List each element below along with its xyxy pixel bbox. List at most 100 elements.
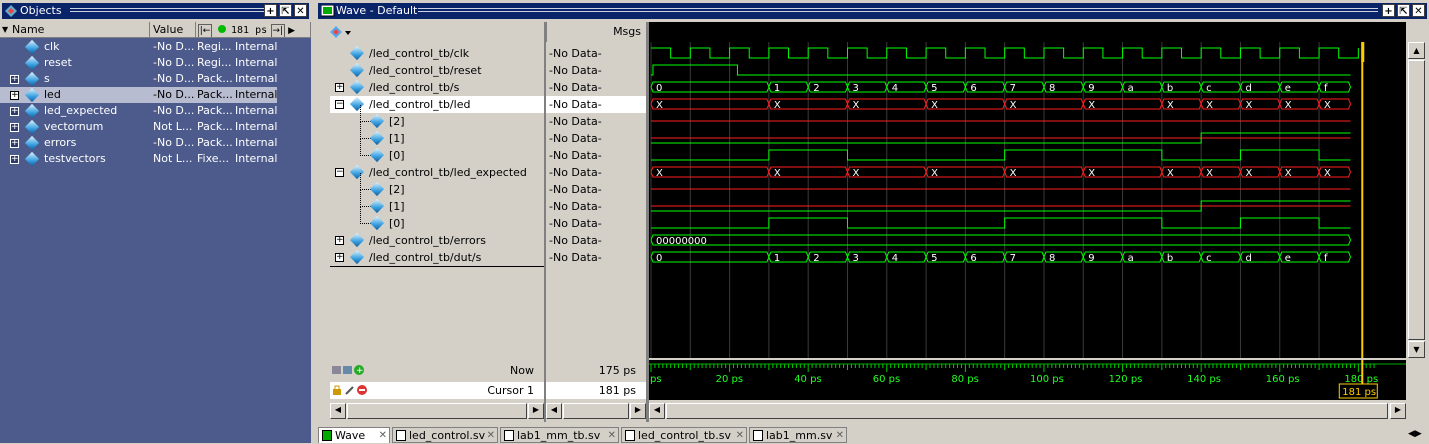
signal-icon — [24, 87, 40, 103]
wave-signal-row[interactable]: /led_control_tb/clk — [330, 45, 544, 62]
wave-menu-icon[interactable] — [330, 26, 352, 41]
wave-signal-row[interactable]: + /led_control_tb/dut/s — [330, 249, 544, 266]
collapse-icon[interactable]: − — [335, 168, 344, 177]
tab-led_control-sv[interactable]: led_control.sv ✕ — [392, 427, 498, 443]
tab-lab1_mm-sv[interactable]: lab1_mm.sv ✕ — [749, 427, 847, 443]
waveform-area[interactable]: 0123456789abcdef0123456789abcdefXXXXXXXX… — [649, 42, 1406, 358]
expand-icon[interactable]: + — [10, 75, 19, 84]
tab-wave[interactable]: Wave ✕ — [318, 427, 390, 443]
objects-title-grip[interactable] — [70, 8, 270, 14]
s-bus-value: 9 — [1088, 83, 1094, 94]
object-value: -No D... — [153, 88, 195, 101]
tab-scroll-icon[interactable]: ◀▶ — [1408, 429, 1422, 439]
object-row-testvectors[interactable]: + testvectors Not L... Fixe... Internal — [0, 151, 277, 167]
wave-signal-row[interactable]: [0] — [330, 139, 544, 164]
expand-icon[interactable]: + — [335, 83, 344, 92]
s-bus-value: a — [1128, 83, 1134, 94]
scroll-left-icon[interactable]: ◀ — [330, 403, 346, 419]
wave-signal-row[interactable]: + /led_control_tb/errors — [330, 232, 544, 249]
scroll-right-icon[interactable]: ▶ — [528, 403, 544, 419]
dock-icon[interactable]: + — [1382, 4, 1395, 17]
dock-icon[interactable]: + — [264, 4, 277, 17]
names-hscrollbar[interactable]: ◀ ▶ — [330, 403, 544, 419]
wave-title-grip[interactable] — [418, 8, 1378, 14]
undock-icon[interactable]: ⇱ — [279, 4, 292, 17]
wave-signal-name: [1] — [389, 132, 405, 145]
column-divider[interactable] — [544, 22, 546, 422]
errors-bus-value: 00000000 — [656, 236, 707, 247]
jump-end-icon[interactable]: →| — [270, 24, 285, 37]
scroll-right-icon[interactable]: ▶ — [630, 403, 646, 419]
waveform-canvas[interactable]: 0 1 2 3 4 5 6 7 8 9 a b c d e f0 1 2 3 4 5 6 7 8 9 a b c d e fX X X X X X X X… — [649, 42, 1406, 358]
time-field[interactable]: 181 ps — [231, 25, 267, 36]
object-name: vectornum — [44, 120, 104, 133]
expand-icon[interactable]: + — [10, 107, 19, 116]
expand-icon[interactable]: + — [10, 155, 19, 164]
add-cursor-icon[interactable]: + — [332, 364, 364, 379]
value-column-header[interactable]: Value — [150, 22, 196, 38]
expand-icon[interactable]: + — [10, 123, 19, 132]
expand-icon[interactable]: + — [10, 139, 19, 148]
signal-icon — [349, 45, 365, 61]
object-row-reset[interactable]: reset -No D... Regi... Internal — [0, 55, 277, 71]
led-expected-bus-value: X — [1010, 168, 1017, 179]
close-tab-icon[interactable]: ✕ — [487, 428, 495, 444]
wave-signal-row[interactable]: /led_control_tb/reset — [330, 62, 544, 79]
led-expected-bus-value: X — [1206, 168, 1213, 179]
scroll-thumb[interactable] — [666, 403, 1388, 419]
time-control[interactable]: |← 181 ps →| ▶ — [196, 22, 311, 38]
tab-lab1_mm_tb-sv[interactable]: lab1_mm_tb.sv ✕ — [500, 427, 619, 443]
object-row-errors[interactable]: + errors -No D... Pack... Internal — [0, 135, 277, 151]
expand-icon[interactable]: + — [10, 91, 19, 100]
scroll-left-icon[interactable]: ◀ — [649, 403, 665, 419]
object-row-clk[interactable]: clk -No D... Regi... Internal — [0, 39, 277, 55]
file-icon — [625, 430, 635, 441]
object-row-led[interactable]: + led -No D... Pack... Internal — [0, 87, 277, 103]
signal-icon — [24, 103, 40, 119]
objects-titlebar[interactable]: Objects + ⇱ ✕ — [2, 3, 309, 19]
close-tab-icon[interactable]: ✕ — [608, 428, 616, 444]
wave-hscrollbar[interactable]: ◀ ▶ — [649, 403, 1406, 419]
msgs-hscrollbar[interactable]: ◀ ▶ — [546, 403, 646, 419]
close-icon[interactable]: ✕ — [294, 4, 307, 17]
scroll-left-icon[interactable]: ◀ — [546, 403, 562, 419]
scroll-up-icon[interactable]: ▲ — [1408, 42, 1425, 59]
time-ruler[interactable]: ps 20 ps 40 ps 60 ps 80 ps 100 ps 120 ps 140 ps… — [649, 360, 1406, 400]
tab-led_control_tb-sv[interactable]: led_control_tb.sv ✕ — [621, 427, 747, 443]
undock-icon[interactable]: ⇱ — [1397, 4, 1410, 17]
scroll-down-icon[interactable]: ▼ — [1408, 341, 1425, 358]
vertical-scrollbar[interactable]: ▲ ▼ — [1408, 42, 1425, 358]
scroll-right-icon[interactable]: ▶ — [288, 26, 295, 36]
object-row-vectornum[interactable]: + vectornum Not L... Pack... Internal — [0, 119, 277, 135]
wave-titlebar[interactable]: Wave - Default + ⇱ ✕ — [318, 3, 1427, 19]
close-tab-icon[interactable]: ✕ — [379, 428, 387, 444]
collapse-icon[interactable]: − — [335, 100, 344, 109]
cursor-lock-icon[interactable] — [333, 384, 369, 399]
s-bus-value: 6 — [970, 83, 976, 94]
name-column-header[interactable]: ▼ Name — [0, 22, 150, 38]
jump-start-icon[interactable]: |← — [198, 24, 212, 37]
object-row-s[interactable]: + s -No D... Pack... Internal — [0, 71, 277, 87]
object-name: reset — [44, 56, 72, 69]
scroll-right-icon[interactable]: ▶ — [1390, 403, 1406, 419]
dut-s-bus-value: b — [1167, 253, 1173, 264]
wave-signal-row[interactable]: [0] — [330, 207, 544, 232]
s-bus-value: b — [1167, 83, 1173, 94]
expand-icon[interactable]: + — [335, 253, 344, 262]
expand-icon[interactable]: + — [335, 236, 344, 245]
object-name: led — [44, 88, 61, 101]
scroll-thumb[interactable] — [1408, 60, 1425, 340]
object-name: s — [44, 72, 50, 85]
led-bus-value: X — [1245, 100, 1252, 111]
object-value: -No D... — [153, 136, 195, 149]
scroll-thumb[interactable] — [563, 403, 629, 419]
msgs-header-label: Msgs — [613, 25, 641, 38]
close-icon[interactable]: ✕ — [1412, 4, 1425, 17]
wave-signal-row[interactable]: + /led_control_tb/s — [330, 79, 544, 96]
close-tab-icon[interactable]: ✕ — [736, 428, 744, 444]
object-row-led_expected[interactable]: + led_expected -No D... Pack... Internal — [0, 103, 277, 119]
wave-signal-name: /led_control_tb/dut/s — [369, 251, 482, 264]
msgs-header[interactable]: Msgs — [546, 22, 647, 42]
scroll-thumb[interactable] — [347, 403, 527, 419]
close-tab-icon[interactable]: ✕ — [836, 428, 844, 444]
